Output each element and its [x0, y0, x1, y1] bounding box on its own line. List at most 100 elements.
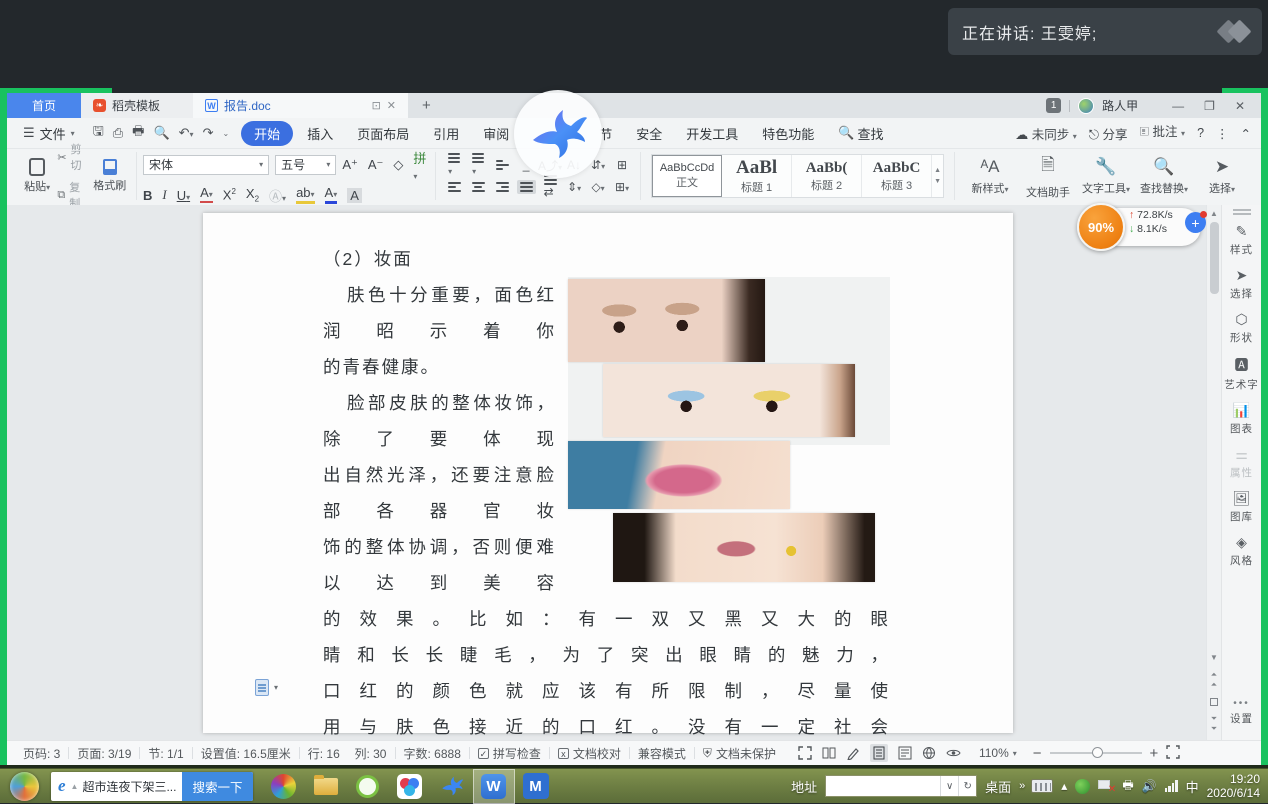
document-page[interactable]: （2）妆面 肤色十分重要，面色红润昭示着你 的青春健康。 脸部皮肤的整体妆饰，除…: [203, 213, 1013, 733]
find-replace-button[interactable]: 🔍 查找替换▾: [1135, 157, 1193, 196]
tray-shield-icon[interactable]: [1075, 779, 1090, 794]
zoom-out-button[interactable]: −: [1033, 745, 1042, 762]
decrease-font-button[interactable]: A⁻: [368, 157, 384, 173]
taskbar-meeting-app-icon[interactable]: M: [515, 769, 557, 804]
previous-page-icon[interactable]: ⏶⏶: [1211, 670, 1217, 690]
desktop-toolbar-label[interactable]: 桌面: [985, 777, 1011, 796]
taskbar-thunder-icon[interactable]: [431, 769, 473, 804]
menu-item-page-layout[interactable]: 页面布局: [347, 121, 419, 146]
paste-button[interactable]: 粘贴▾: [17, 158, 57, 194]
style-normal[interactable]: AaBbCcDd 正文: [652, 155, 722, 197]
next-page-icon[interactable]: ⏷⏷: [1211, 714, 1217, 734]
sidebar-item-select[interactable]: ➤选择: [1230, 267, 1253, 301]
address-input[interactable]: ∨ ↻: [825, 775, 977, 797]
sidebar-item-shapes[interactable]: ⬡形状: [1230, 311, 1253, 345]
insert-table-icon[interactable]: ⊞: [617, 158, 627, 172]
scroll-up-icon[interactable]: ▲: [1210, 205, 1218, 222]
cut-button[interactable]: ✂剪切: [57, 141, 89, 173]
sync-status[interactable]: ☁ 未同步 ▾: [1015, 124, 1077, 143]
redo-icon[interactable]: ↷: [203, 125, 214, 141]
char-shading-button[interactable]: A: [347, 188, 362, 203]
sidebar-item-theme[interactable]: ◈风格: [1230, 534, 1253, 568]
justify-button[interactable]: [517, 180, 536, 194]
style-heading1[interactable]: AaBl 标题 1: [722, 155, 792, 197]
kebab-menu-icon[interactable]: ⋮: [1216, 126, 1229, 141]
menu-item-references[interactable]: 引用: [423, 121, 469, 146]
file-menu[interactable]: ☰ 文件 ▾: [17, 124, 81, 143]
present-icon[interactable]: ⊡: [372, 99, 381, 112]
address-go-icon[interactable]: ↻: [958, 776, 976, 796]
fit-page-icon[interactable]: [1166, 745, 1180, 762]
doc-proofing-button[interactable]: x文档校对: [550, 745, 629, 762]
start-button[interactable]: [10, 772, 39, 801]
book-view-icon[interactable]: [822, 746, 836, 760]
menu-item-dev-tools[interactable]: 开发工具: [676, 121, 748, 146]
zoom-level[interactable]: 110%▾: [971, 746, 1025, 760]
select-button[interactable]: ➤ 选择▾: [1193, 157, 1251, 196]
ie-news-widget[interactable]: e ▲ 超市连夜下架三... 搜索一下: [51, 772, 253, 801]
comment-button[interactable]: 🗉 批注 ▾: [1140, 121, 1186, 145]
toolbar-chevron-icon[interactable]: »: [1019, 780, 1023, 792]
sidebar-item-styles[interactable]: ✎样式: [1230, 223, 1253, 257]
menu-item-security[interactable]: 安全: [626, 121, 672, 146]
clear-format-button[interactable]: ◇: [393, 157, 403, 173]
taskbar-green-app-icon[interactable]: [347, 769, 389, 804]
help-icon[interactable]: ?: [1197, 126, 1204, 140]
italic-button[interactable]: I: [162, 187, 166, 203]
vertical-scrollbar[interactable]: ▲ ▼ ⏶⏶ ⏷⏷: [1206, 205, 1221, 740]
new-style-button[interactable]: ᴬA 新样式▾: [961, 157, 1019, 196]
highlight-button[interactable]: ab▾: [296, 187, 314, 204]
new-tab-button[interactable]: +: [408, 93, 445, 118]
sidebar-item-gallery[interactable]: 🖼图库: [1230, 490, 1253, 524]
widget-plus-button[interactable]: +: [1185, 212, 1206, 233]
net-speed-widget[interactable]: 90% ↑ 72.8K/s ↓ 8.1K/s +: [1077, 203, 1203, 253]
align-left-button[interactable]: [448, 182, 461, 192]
print-icon[interactable]: 🖶: [132, 122, 144, 144]
xunlei-floating-window[interactable]: [512, 96, 604, 172]
spell-check-toggle[interactable]: ✓拼写检查: [470, 745, 549, 762]
user-avatar[interactable]: [1078, 98, 1094, 114]
eye-protect-icon[interactable]: [946, 746, 961, 760]
taskbar-browser-icon[interactable]: [263, 769, 305, 804]
taskbar-clock[interactable]: 19:20 2020/6/14: [1207, 772, 1260, 800]
shading-button[interactable]: ◇▾: [591, 180, 604, 194]
zoom-slider[interactable]: [1050, 752, 1142, 754]
scrollbar-thumb[interactable]: [1210, 222, 1219, 294]
share-button[interactable]: ⎋ 分享: [1089, 124, 1128, 143]
style-scroll-up-icon[interactable]: ▲: [934, 167, 941, 174]
window-count-badge[interactable]: 1: [1046, 98, 1061, 113]
font-name-select[interactable]: 宋体▾: [143, 155, 269, 175]
phonetic-guide-button[interactable]: 拼▾: [413, 148, 429, 182]
text-effects-button[interactable]: Ⓐ▾: [269, 186, 286, 205]
bullet-list-button[interactable]: ▾: [448, 153, 460, 177]
taskbar-explorer-icon[interactable]: [305, 769, 347, 804]
font-size-select[interactable]: 五号▾: [275, 155, 336, 175]
subscript-button[interactable]: X2: [246, 186, 259, 204]
news-headline[interactable]: 超市连夜下架三...: [82, 778, 182, 795]
browse-object-icon[interactable]: [1210, 698, 1218, 706]
format-painter-button[interactable]: 格式刷: [90, 159, 130, 193]
align-right-button[interactable]: [496, 182, 509, 192]
outline-view-icon[interactable]: [898, 746, 912, 760]
underline-button[interactable]: U▾: [177, 188, 190, 203]
page-view-icon[interactable]: [870, 744, 888, 762]
web-view-icon[interactable]: [922, 746, 936, 760]
print-preview-icon[interactable]: 🔍: [153, 125, 169, 141]
accelerator-ball[interactable]: 90%: [1077, 203, 1125, 251]
tab-templates[interactable]: ❧ 稻壳模板: [81, 93, 193, 118]
tray-device-icon[interactable]: 🖶: [1122, 776, 1133, 797]
decrease-indent-button[interactable]: [496, 160, 509, 170]
style-heading2[interactable]: AaBb( 标题 2: [792, 155, 862, 197]
close-button[interactable]: ✕: [1235, 99, 1245, 113]
zoom-in-button[interactable]: +: [1150, 745, 1159, 762]
taskbar-circles-app-icon[interactable]: [389, 769, 431, 804]
search-now-button[interactable]: 搜索一下: [182, 772, 252, 801]
menu-item-find[interactable]: 🔍 查找: [828, 121, 893, 146]
touch-keyboard-icon[interactable]: [1031, 779, 1053, 793]
ime-indicator[interactable]: 中: [1186, 777, 1199, 796]
tray-signal-icon[interactable]: [1165, 780, 1178, 792]
username-label[interactable]: 路人甲: [1102, 97, 1138, 114]
text-tool-button[interactable]: 🔧 文字工具▾: [1077, 157, 1135, 196]
doc-assistant-button[interactable]: 🗎 文档助手: [1019, 152, 1077, 200]
zoom-slider-knob[interactable]: [1092, 747, 1103, 758]
